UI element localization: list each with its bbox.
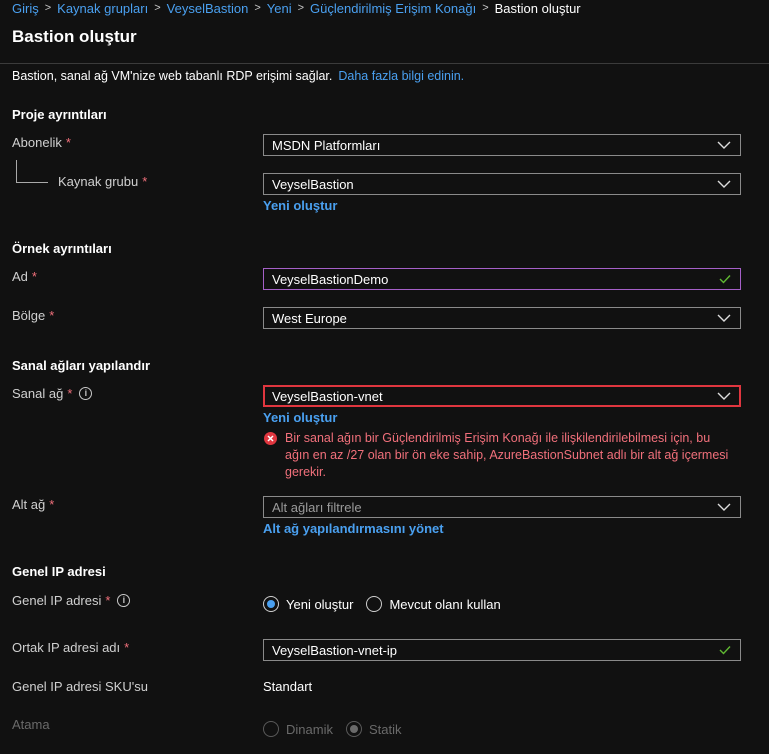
- vnet-value: VeyselBastion-vnet: [272, 388, 383, 404]
- subnet-label-text: Alt ağ: [12, 497, 46, 512]
- chevron-down-icon: [717, 141, 731, 149]
- chevron-down-icon: [717, 180, 731, 188]
- required-marker: *: [65, 135, 71, 150]
- subscription-label-text: Abonelik: [12, 135, 62, 150]
- radio-selected-indicator: [345, 721, 362, 737]
- public-ip-label-text: Genel IP adresi: [12, 593, 102, 608]
- subscription-dropdown[interactable]: MSDN Platformları: [263, 134, 741, 156]
- section-public-ip: Genel IP adresi: [12, 564, 106, 579]
- vnet-dropdown[interactable]: VeyselBastion-vnet: [263, 385, 741, 407]
- error-icon: [264, 432, 277, 445]
- error-line: gerekir.: [285, 465, 326, 479]
- region-dropdown[interactable]: West Europe: [263, 307, 741, 329]
- breadcrumb-resource-groups[interactable]: Kaynak grupları: [57, 1, 148, 16]
- radio-create-new[interactable]: Yeni oluştur: [263, 596, 353, 612]
- checkmark-icon: [719, 646, 731, 655]
- create-resource-group-link[interactable]: Yeni oluştur: [263, 198, 337, 213]
- tree-connector: [16, 160, 17, 182]
- radio-use-existing[interactable]: Mevcut olanı kullan: [366, 596, 501, 612]
- name-input[interactable]: [263, 268, 741, 290]
- radio-static-label: Statik: [368, 721, 402, 737]
- required-marker: *: [105, 593, 111, 608]
- subnet-placeholder: Alt ağları filtrele: [272, 499, 362, 515]
- sku-value: Standart: [263, 679, 313, 694]
- resource-group-label: Kaynak grubu *: [58, 174, 147, 189]
- subscription-value: MSDN Platformları: [272, 137, 381, 153]
- chevron-down-icon: [717, 392, 731, 400]
- breadcrumb-separator: >: [154, 2, 161, 14]
- region-label-text: Bölge: [12, 308, 46, 323]
- name-label-text: Ad: [12, 269, 28, 284]
- tree-connector: [16, 182, 48, 183]
- required-marker: *: [49, 497, 55, 512]
- public-ip-name-input[interactable]: [263, 639, 741, 661]
- vnet-error-message: Bir sanal ağın bir Güçlendirilmiş Erişim…: [285, 430, 755, 481]
- breadcrumb-current: Bastion oluştur: [494, 0, 581, 16]
- learn-more-link[interactable]: Daha fazla bilgi edinin.: [338, 69, 464, 83]
- required-marker: *: [142, 174, 148, 189]
- intro-description: Bastion, sanal ağ VM'nize web tabanlı RD…: [12, 69, 333, 83]
- breadcrumb-separator: >: [254, 2, 261, 14]
- radio-dynamic: Dinamik: [263, 721, 333, 737]
- breadcrumb-separator: >: [482, 2, 489, 14]
- radio-selected-indicator[interactable]: [263, 596, 279, 612]
- intro-text: Bastion, sanal ağ VM'nize web tabanlı RD…: [12, 69, 464, 83]
- required-marker: *: [31, 269, 37, 284]
- create-vnet-link[interactable]: Yeni oluştur: [263, 410, 337, 425]
- breadcrumb-new[interactable]: Yeni: [267, 1, 292, 16]
- public-ip-label: Genel IP adresi * i: [12, 593, 131, 608]
- name-input-field[interactable]: [272, 271, 692, 287]
- subscription-label: Abonelik *: [12, 135, 71, 150]
- chevron-down-icon: [717, 314, 731, 322]
- radio-static: Statik: [345, 721, 402, 737]
- required-marker: *: [49, 308, 55, 323]
- info-icon[interactable]: i: [117, 594, 131, 607]
- radio-indicator[interactable]: [366, 596, 383, 612]
- page-title: Bastion oluştur: [12, 27, 137, 46]
- breadcrumb-separator: >: [44, 2, 52, 14]
- radio-use-existing-label: Mevcut olanı kullan: [389, 596, 501, 612]
- radio-indicator: [263, 721, 279, 737]
- section-project-details: Proje ayrıntıları: [12, 107, 107, 122]
- radio-create-new-label: Yeni oluştur: [286, 596, 354, 612]
- breadcrumb-resource-group[interactable]: VeyselBastion: [167, 1, 249, 16]
- resource-group-dropdown[interactable]: VeyselBastion: [263, 173, 741, 195]
- breadcrumb-separator: >: [297, 2, 305, 14]
- breadcrumb-home[interactable]: Giriş: [12, 1, 39, 16]
- assignment-label: Atama: [12, 717, 50, 732]
- manage-subnet-link[interactable]: Alt ağ yapılandırmasını yönet: [263, 521, 444, 536]
- vnet-label: Sanal ağ * i: [12, 386, 93, 401]
- radio-dynamic-label: Dinamik: [286, 721, 333, 737]
- subnet-label: Alt ağ *: [12, 497, 54, 512]
- assignment-radio-group: Dinamik Statik: [263, 721, 414, 737]
- sku-label: Genel IP adresi SKU'su: [12, 679, 148, 694]
- vnet-label-text: Sanal ağ: [12, 386, 64, 401]
- breadcrumb: Giriş > Kaynak grupları > VeyselBastion …: [12, 0, 581, 16]
- public-ip-name-label-text: Ortak IP adresi adı: [12, 640, 121, 655]
- public-ip-radio-group: Yeni oluştur Mevcut olanı kullan: [263, 596, 514, 612]
- public-ip-name-field[interactable]: [272, 642, 692, 658]
- region-label: Bölge *: [12, 308, 54, 323]
- checkmark-icon: [719, 275, 731, 284]
- subnet-dropdown[interactable]: Alt ağları filtrele: [263, 496, 741, 518]
- name-label: Ad *: [12, 269, 37, 284]
- section-configure-vnet: Sanal ağları yapılandır: [12, 358, 150, 373]
- public-ip-name-label: Ortak IP adresi adı *: [12, 640, 129, 655]
- error-line: ağın en az /27 olan bir ön eke sahip, Az…: [285, 448, 729, 462]
- info-icon[interactable]: i: [79, 387, 93, 400]
- region-value: West Europe: [272, 310, 347, 326]
- chevron-down-icon: [717, 503, 731, 511]
- required-marker: *: [124, 640, 130, 655]
- resource-group-value: VeyselBastion: [272, 176, 354, 192]
- resource-group-label-text: Kaynak grubu: [58, 174, 139, 189]
- required-marker: *: [67, 386, 73, 401]
- divider: [0, 63, 769, 64]
- breadcrumb-bastion[interactable]: Güçlendirilmiş Erişim Konağı: [310, 1, 476, 16]
- section-instance-details: Örnek ayrıntıları: [12, 241, 112, 256]
- error-line: Bir sanal ağın bir Güçlendirilmiş Erişim…: [285, 431, 711, 445]
